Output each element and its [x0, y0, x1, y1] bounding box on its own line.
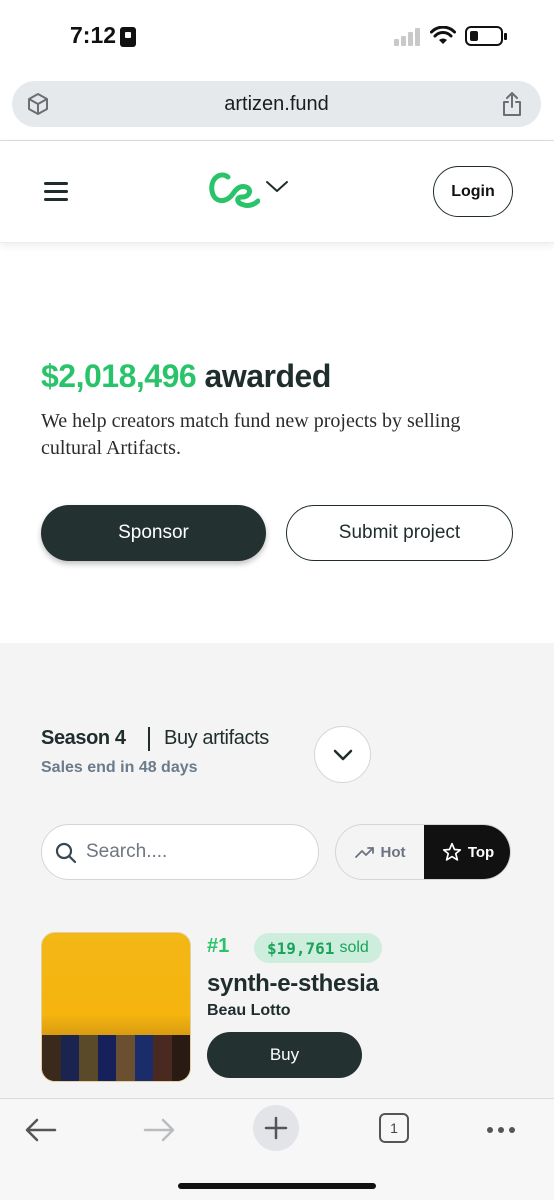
artifact-artist: Beau Lotto: [207, 1002, 291, 1019]
sold-badge: $19,761 sold: [254, 933, 382, 963]
plus-icon: [264, 1116, 288, 1140]
star-icon: [442, 842, 461, 861]
artifact-title[interactable]: synth-e-sthesia: [207, 970, 379, 998]
status-time: 7:12: [70, 22, 117, 48]
sort-toggle: Hot Top: [335, 824, 511, 880]
search-icon: [55, 842, 77, 864]
sort-hot-button[interactable]: Hot: [336, 825, 424, 879]
sort-hot-label: Hot: [380, 843, 406, 861]
sales-end-text: Sales end in 48 days: [41, 759, 198, 776]
buy-artifacts-label: Buy artifacts: [164, 727, 269, 749]
chevron-down-icon: [333, 749, 352, 760]
sort-top-label: Top: [467, 843, 495, 861]
season-separator: [148, 727, 150, 751]
chevron-down-icon[interactable]: [264, 179, 290, 195]
season-section: Season 4 Buy artifacts Sales end in 48 d…: [0, 643, 554, 1103]
browser-toolbar: 1: [0, 1098, 554, 1200]
cellular-signal-icon: [394, 28, 422, 46]
tabs-icon[interactable]: 1: [379, 1113, 409, 1143]
new-tab-button[interactable]: [253, 1105, 299, 1151]
artifact-rank: #1: [207, 935, 230, 957]
more-icon[interactable]: [487, 1127, 515, 1133]
status-bar: 7:12: [0, 0, 554, 76]
search-box[interactable]: [41, 824, 319, 880]
contact-badge-icon: [120, 27, 136, 47]
home-indicator: [178, 1183, 376, 1189]
menu-icon[interactable]: [44, 181, 70, 201]
artifact-image-stripes: [42, 1035, 190, 1081]
hero-description: We help creators match fund new projects…: [41, 410, 461, 459]
sold-amount: $19,761: [267, 938, 335, 958]
awarded-amount: $2,018,496: [41, 358, 197, 394]
sold-label: sold: [339, 939, 369, 956]
back-arrow-icon[interactable]: [24, 1117, 58, 1143]
battery-icon: [465, 26, 507, 46]
buy-button[interactable]: Buy: [207, 1032, 362, 1078]
trending-icon: [354, 847, 374, 858]
forward-arrow-icon[interactable]: [142, 1117, 176, 1143]
season-dropdown-button[interactable]: [314, 726, 371, 783]
wifi-icon: [430, 26, 456, 44]
site-header: Login: [0, 141, 554, 243]
awarded-label: awarded: [196, 358, 332, 394]
artifact-thumbnail[interactable]: [41, 932, 191, 1082]
submit-project-button[interactable]: Submit project: [286, 505, 513, 561]
login-button[interactable]: Login: [433, 166, 513, 217]
season-label: Season 4: [41, 727, 126, 749]
sort-top-button[interactable]: Top: [424, 825, 510, 879]
search-input[interactable]: [86, 839, 306, 865]
url-bar[interactable]: artizen.fund: [12, 81, 541, 127]
share-icon[interactable]: [501, 91, 523, 117]
artizen-logo[interactable]: [206, 167, 260, 211]
sponsor-button[interactable]: Sponsor: [41, 505, 266, 561]
hero-title: $2,018,496 awarded: [41, 358, 331, 395]
url-text[interactable]: artizen.fund: [12, 93, 541, 116]
